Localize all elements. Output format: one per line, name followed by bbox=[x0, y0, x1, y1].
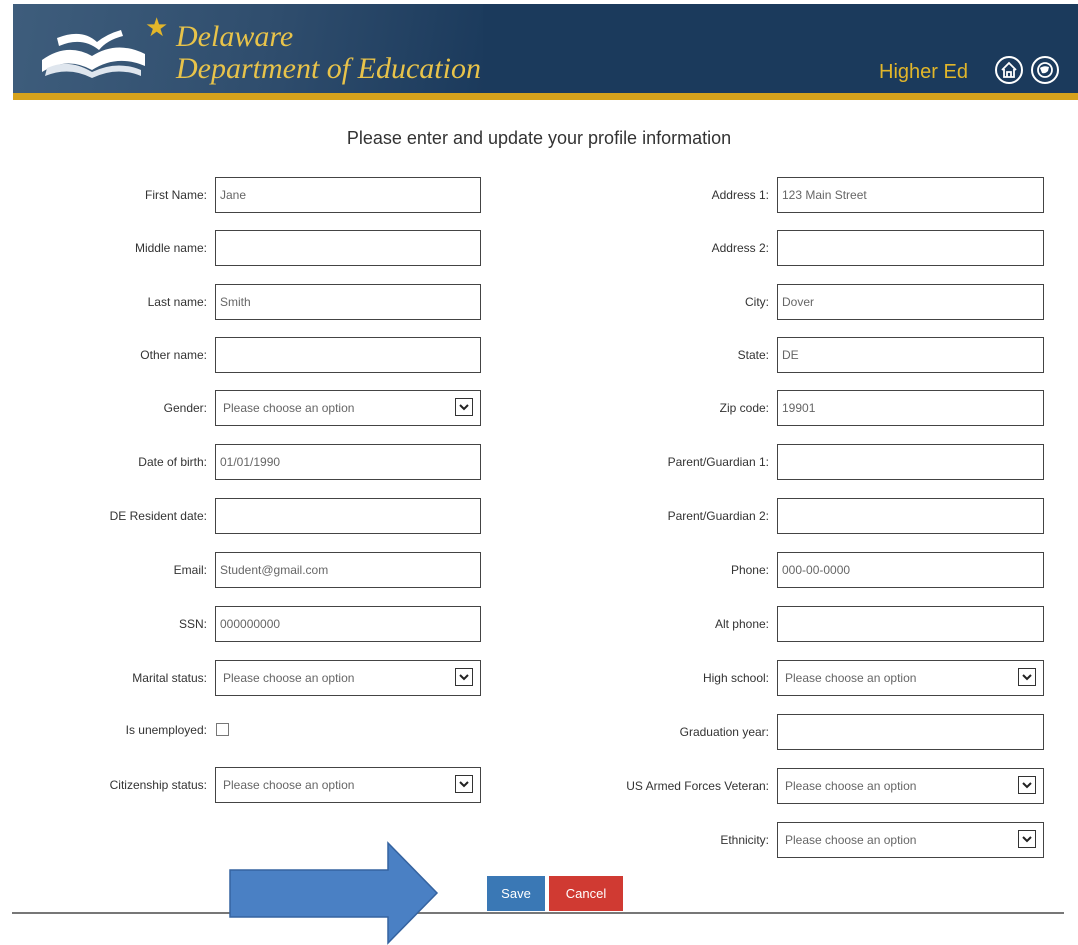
chevron-down-icon[interactable] bbox=[455, 668, 473, 686]
site-title-line2: Department of Education bbox=[176, 52, 481, 85]
chevron-down-icon[interactable] bbox=[1018, 776, 1036, 794]
higher-ed-link[interactable]: Higher Ed bbox=[879, 61, 968, 84]
dob-label: Date of birth: bbox=[138, 455, 207, 469]
page-heading: Please enter and update your profile inf… bbox=[346, 128, 732, 148]
citizenship-label: Citizenship status: bbox=[109, 778, 207, 792]
guardian1-label: Parent/Guardian 1: bbox=[667, 455, 769, 469]
unemployed-checkbox[interactable] bbox=[216, 723, 229, 736]
chevron-down-icon[interactable] bbox=[455, 775, 473, 793]
address1-input[interactable]: 123 Main Street bbox=[777, 177, 1044, 213]
site-title-line1: Delaware bbox=[176, 20, 294, 53]
high-school-value: Please choose an option bbox=[785, 671, 917, 685]
citizenship-select[interactable]: Please choose an option bbox=[215, 767, 481, 803]
chevron-down-icon[interactable] bbox=[455, 398, 473, 416]
middle-name-input[interactable] bbox=[215, 230, 481, 266]
veteran-select[interactable]: Please choose an option bbox=[777, 768, 1044, 804]
cancel-button[interactable]: Cancel bbox=[549, 876, 623, 911]
marital-status-select[interactable]: Please choose an option bbox=[215, 660, 481, 696]
last-name-input[interactable]: Smith bbox=[215, 284, 481, 320]
phone-label: Phone: bbox=[730, 563, 769, 577]
gender-label: Gender: bbox=[163, 401, 207, 415]
first-name-input[interactable]: Jane bbox=[215, 177, 481, 213]
gender-select-value: Please choose an option bbox=[223, 401, 355, 415]
resident-date-label: DE Resident date: bbox=[109, 509, 207, 523]
first-name-label: First Name: bbox=[144, 188, 207, 202]
alt-phone-input[interactable] bbox=[777, 606, 1044, 642]
city-label: City: bbox=[745, 295, 769, 309]
ssn-label: SSN: bbox=[178, 617, 207, 631]
chevron-down-icon[interactable] bbox=[1018, 830, 1036, 848]
zip-input[interactable]: 19901 bbox=[777, 390, 1044, 426]
state-label: State: bbox=[737, 348, 769, 362]
email-label: Email: bbox=[173, 563, 207, 577]
footer-divider bbox=[12, 912, 1064, 914]
ethnicity-select[interactable]: Please choose an option bbox=[777, 822, 1044, 858]
state-input[interactable]: DE bbox=[777, 337, 1044, 373]
guardian2-label: Parent/Guardian 2: bbox=[667, 509, 769, 523]
other-name-input[interactable] bbox=[215, 337, 481, 373]
ethnicity-value: Please choose an option bbox=[785, 833, 917, 847]
email-input[interactable]: Student@gmail.com bbox=[215, 552, 481, 588]
veteran-value: Please choose an option bbox=[785, 779, 917, 793]
ssn-input[interactable]: 000000000 bbox=[215, 606, 481, 642]
city-input[interactable]: Dover bbox=[777, 284, 1044, 320]
star-icon: ★ bbox=[145, 12, 169, 42]
ethnicity-label: Ethnicity: bbox=[720, 833, 769, 847]
guardian2-input[interactable] bbox=[777, 498, 1044, 534]
resident-date-input[interactable] bbox=[215, 498, 481, 534]
graduation-year-label: Graduation year: bbox=[679, 725, 769, 739]
home-icon[interactable] bbox=[995, 56, 1023, 84]
dob-input[interactable]: 01/01/1990 bbox=[215, 444, 481, 480]
unemployed-label: Is unemployed: bbox=[125, 723, 207, 737]
marital-status-value: Please choose an option bbox=[223, 671, 355, 685]
graduation-year-input[interactable] bbox=[777, 714, 1044, 750]
chevron-down-icon[interactable] bbox=[1018, 668, 1036, 686]
middle-name-label: Middle name: bbox=[134, 241, 207, 255]
zip-label: Zip code: bbox=[719, 401, 769, 415]
gender-select[interactable]: Please choose an option bbox=[215, 390, 481, 426]
address2-label: Address 2: bbox=[711, 241, 769, 255]
marital-status-label: Marital status: bbox=[132, 671, 207, 685]
globe-icon[interactable] bbox=[1031, 56, 1059, 84]
high-school-label: High school: bbox=[702, 671, 769, 685]
veteran-label: US Armed Forces Veteran: bbox=[626, 779, 769, 793]
address1-label: Address 1: bbox=[711, 188, 769, 202]
guardian1-input[interactable] bbox=[777, 444, 1044, 480]
last-name-label: Last name: bbox=[147, 295, 207, 309]
book-logo-icon bbox=[42, 30, 145, 78]
save-button[interactable]: Save bbox=[487, 876, 545, 911]
alt-phone-label: Alt phone: bbox=[714, 617, 769, 631]
high-school-select[interactable]: Please choose an option bbox=[777, 660, 1044, 696]
site-header: ★ Delaware Department of Education Highe… bbox=[13, 4, 1078, 100]
other-name-label: Other name: bbox=[140, 348, 207, 362]
address2-input[interactable] bbox=[777, 230, 1044, 266]
phone-input[interactable]: 000-00-0000 bbox=[777, 552, 1044, 588]
citizenship-value: Please choose an option bbox=[223, 778, 355, 792]
